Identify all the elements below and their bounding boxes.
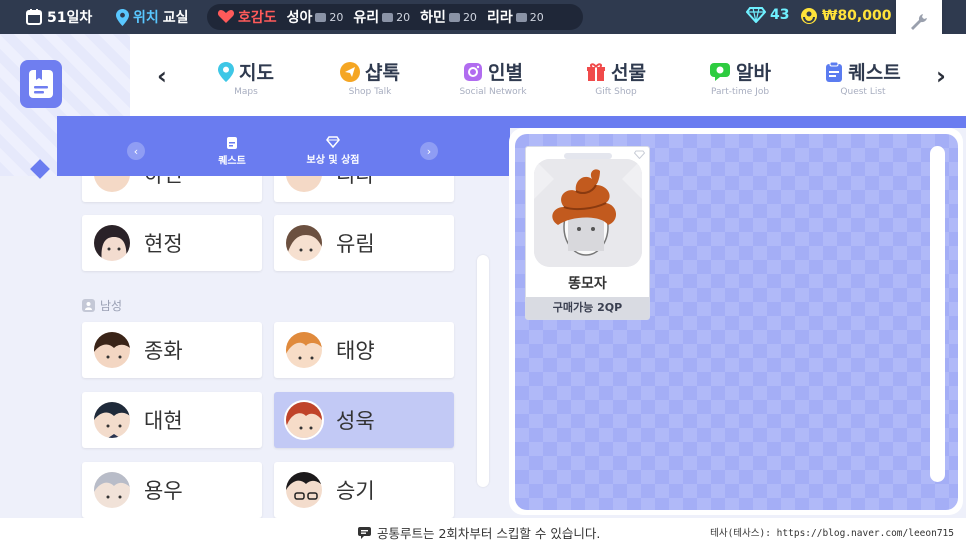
item-name: 똥모자 <box>568 276 607 292</box>
message-icon <box>358 526 371 539</box>
chip-icon <box>382 12 394 22</box>
character-card-seonguk[interactable]: 성욱 <box>274 392 454 448</box>
wrench-icon <box>911 14 927 30</box>
item-price: 구매가능 2QP <box>526 297 649 319</box>
character-card-yongwoo[interactable]: 용우 <box>82 462 262 518</box>
chat-icon <box>710 62 731 81</box>
gift-icon <box>587 62 606 81</box>
avatar <box>284 470 324 510</box>
avatar <box>284 176 324 194</box>
send-icon <box>340 61 361 82</box>
shop-scrollbar[interactable] <box>930 146 945 482</box>
affinity-panel: 호감도 성아 20 유리 20 하민 20 리라 20 <box>207 4 583 30</box>
affinity-rira: 리라 20 <box>486 10 544 26</box>
subtab-bar: ‹ 퀘스트 보상 및 상점 › <box>57 128 510 176</box>
tab-quest-list[interactable]: 퀘스트 Quest List <box>808 58 918 97</box>
nav-prev-arrow[interactable]: ‹ <box>157 62 167 90</box>
clipboard-icon <box>826 61 843 82</box>
status-bar: 51일차 위치 교실 호감도 성아 20 유리 20 하민 20 리라 20 4… <box>0 0 966 34</box>
affinity-seonga: 성아 20 <box>286 10 344 26</box>
character-list: 하민 리라 현정 유림 남성 종화 태양 <box>57 176 497 518</box>
avatar <box>92 400 132 440</box>
shop-item-card[interactable]: 똥모자 구매가능 2QP <box>525 146 650 320</box>
item-image <box>534 159 642 267</box>
credit-text: 테사(테사스): https://blog.naver.com/leeon715 <box>710 528 954 539</box>
day-text: 51일차 <box>47 10 93 26</box>
affinity-yuri: 유리 20 <box>353 10 411 26</box>
affinity-title: 호감도 <box>217 7 277 27</box>
chip-icon <box>315 12 327 22</box>
subtab-rewards-shop[interactable]: 보상 및 상점 <box>295 136 371 166</box>
tab-gift-shop[interactable]: 선물 Gift Shop <box>561 58 671 97</box>
subtab-next-arrow[interactable]: › <box>420 142 438 160</box>
character-list-scrollbar[interactable] <box>477 255 489 487</box>
chip-icon <box>448 12 460 22</box>
section-label-male: 남성 <box>82 297 122 314</box>
character-card-hyeonjeong[interactable]: 현정 <box>82 215 262 271</box>
person-icon <box>82 299 95 312</box>
notebook-button[interactable] <box>20 60 62 108</box>
section-strip <box>57 116 966 128</box>
subtab-prev-arrow[interactable]: ‹ <box>127 142 145 160</box>
character-card-taeyang[interactable]: 태양 <box>274 322 454 378</box>
chip-icon <box>515 12 527 22</box>
map-pin-icon <box>218 61 235 82</box>
avatar <box>284 223 324 263</box>
location: 위치 교실 <box>116 7 189 27</box>
heart-hands-icon <box>217 10 235 23</box>
location-value: 교실 <box>162 10 189 26</box>
avatar <box>284 330 324 370</box>
location-label: 위치 <box>133 10 159 26</box>
notebook-icon <box>29 70 53 98</box>
tab-social-network[interactable]: 인별 Social Network <box>438 58 548 97</box>
diamond-icon <box>746 7 766 23</box>
money-counter: ₩80,000 <box>800 7 891 25</box>
character-card-seunggi[interactable]: 승기 <box>274 462 454 518</box>
subtab-quest[interactable]: 퀘스트 <box>207 136 257 167</box>
avatar <box>284 400 324 440</box>
tab-shop-talk[interactable]: 샵톡 Shop Talk <box>315 58 425 97</box>
calendar-icon <box>26 9 42 25</box>
character-card-daehyeon[interactable]: 대현 <box>82 392 262 448</box>
location-pin-icon <box>116 8 129 26</box>
character-card-jonghwa[interactable]: 종화 <box>82 322 262 378</box>
gem-counter: 43 <box>746 7 789 23</box>
affinity-hamin: 하민 20 <box>420 10 477 26</box>
character-card-rira[interactable]: 리라 <box>274 176 454 202</box>
tip-message: 공통루트는 2회차부터 스킵할 수 있습니다. <box>358 523 600 542</box>
avatar <box>92 223 132 263</box>
tab-part-time-job[interactable]: 알바 Part-time Job <box>685 58 795 97</box>
character-card-yurim[interactable]: 유림 <box>274 215 454 271</box>
tab-maps[interactable]: 지도 Maps <box>191 58 301 97</box>
day-counter: 51일차 <box>25 7 92 27</box>
clipboard-icon <box>227 137 237 149</box>
avatar <box>92 330 132 370</box>
nav-next-arrow[interactable]: › <box>936 62 946 90</box>
character-card-hamin[interactable]: 하민 <box>82 176 262 202</box>
avatar <box>92 470 132 510</box>
avatar <box>92 176 132 194</box>
diamond-icon <box>634 150 645 159</box>
camera-icon <box>464 62 483 81</box>
coin-icon <box>801 8 817 24</box>
diamond-icon <box>326 136 340 148</box>
